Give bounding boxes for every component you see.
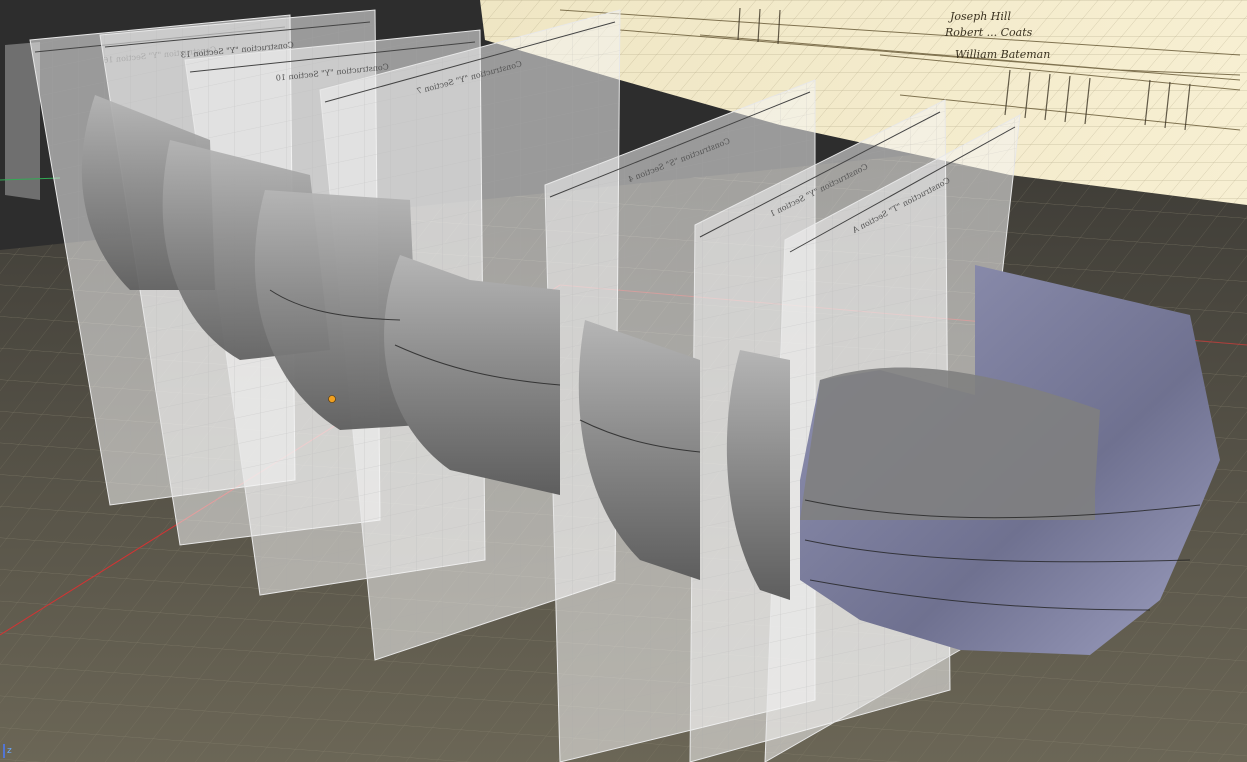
svg-text:Joseph Hill: Joseph Hill <box>948 10 1011 23</box>
svg-text:William Bateman: William Bateman <box>955 48 1050 61</box>
scene-canvas[interactable]: Joseph Hill Robert ... Coats William Bat… <box>0 0 1247 762</box>
3d-viewport[interactable]: Joseph Hill Robert ... Coats William Bat… <box>0 0 1247 762</box>
svg-text:Robert ... Coats: Robert ... Coats <box>944 26 1033 39</box>
svg-text:z: z <box>7 746 12 756</box>
pivot-point[interactable] <box>328 395 336 403</box>
